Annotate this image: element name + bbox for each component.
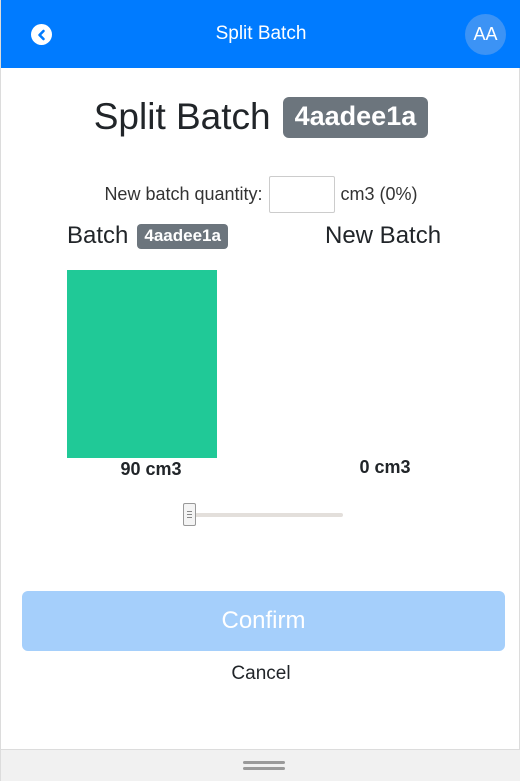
- page-title: Split Batch: [93, 96, 271, 137]
- confirm-button[interactable]: Confirm: [22, 591, 505, 651]
- quantity-row: New batch quantity: cm3 (0%): [1, 175, 520, 213]
- top-app-bar: Split Batch AA: [1, 0, 520, 68]
- cancel-link[interactable]: Cancel: [1, 663, 520, 685]
- slider-handle[interactable]: [183, 503, 196, 526]
- batch-volume-area: [67, 270, 217, 458]
- batch-column-label: Batch: [67, 222, 129, 249]
- split-batch-screen: Split Batch AA Split Batch 4aadee1a New …: [0, 0, 520, 781]
- new-batch-column-header: New Batch: [325, 220, 441, 252]
- user-avatar[interactable]: AA: [465, 14, 506, 55]
- new-batch-column-label: New Batch: [325, 222, 442, 249]
- quantity-label: New batch quantity:: [104, 183, 263, 204]
- chevron-left-circle-icon: [37, 29, 45, 40]
- batch-amount: 90 cm3: [120, 459, 182, 479]
- batch-id-badge: 4aadee1a: [282, 96, 429, 138]
- quantity-input[interactable]: [268, 175, 335, 213]
- batch-column-header: Batch 4aadee1a: [67, 220, 228, 252]
- new-batch-amount: 0 cm3: [359, 457, 411, 477]
- batch-volume-bar: [67, 270, 217, 458]
- new-batch-volume-area: [310, 270, 460, 458]
- quantity-unit: cm3 (0%): [340, 183, 418, 204]
- back-button[interactable]: [31, 24, 52, 45]
- slider-track: [183, 513, 343, 517]
- grip-icon: [187, 511, 192, 518]
- split-slider[interactable]: [183, 503, 343, 527]
- bottom-sheet-bar: [1, 749, 520, 781]
- batch-column-badge: 4aadee1a: [137, 223, 228, 249]
- page-heading: Split Batch 4aadee1a: [1, 93, 520, 141]
- topbar-title: Split Batch: [215, 23, 307, 44]
